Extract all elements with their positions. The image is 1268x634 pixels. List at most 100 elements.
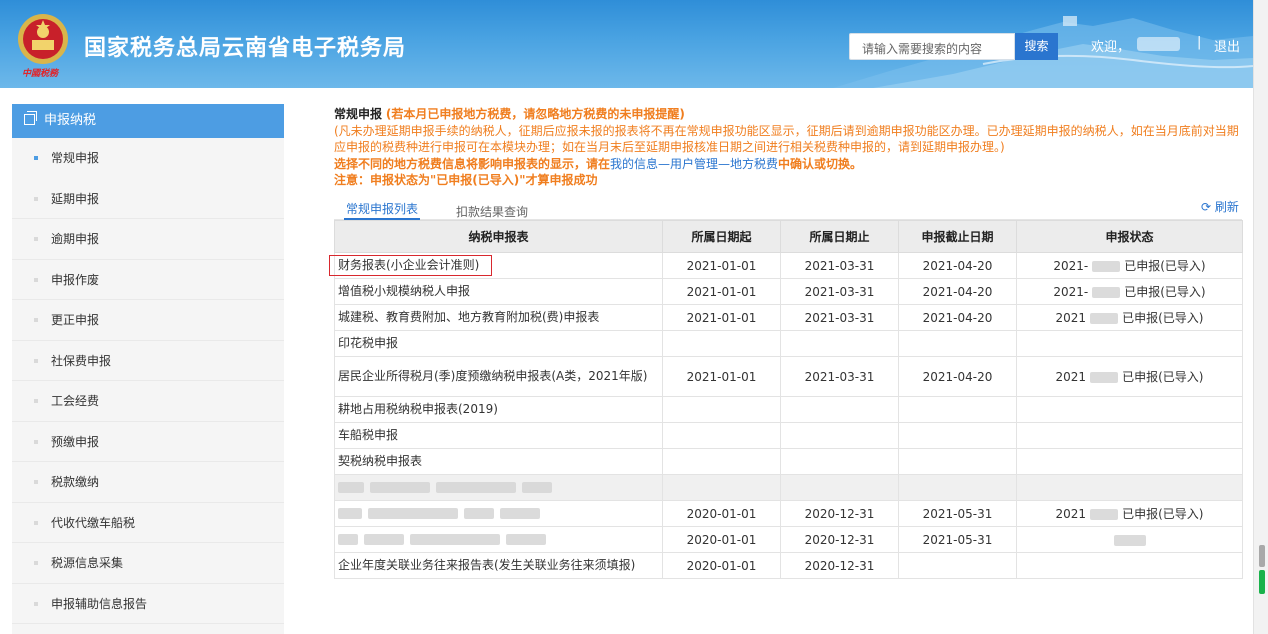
- redacted-text: [410, 534, 500, 545]
- redacted-text: [1090, 372, 1119, 383]
- sidebar-item[interactable]: 预缴申报: [12, 422, 284, 462]
- table-header-row: 纳税申报表 所属日期起 所属日期止 申报截止日期 申报状态: [334, 220, 1243, 253]
- scrollbar-indicator: [1259, 570, 1265, 594]
- sidebar-item[interactable]: 社保费申报: [12, 341, 284, 381]
- window-icon: [24, 111, 37, 125]
- bullet-icon: [34, 601, 38, 606]
- welcome-text: 欢迎，: [1091, 40, 1131, 55]
- status-text: 已申报(已导入): [1122, 507, 1204, 521]
- refresh-label: 刷新: [1214, 200, 1239, 214]
- site-title: 国家税务总局云南省电子税务局: [84, 36, 407, 61]
- redacted-text: [522, 482, 552, 493]
- declaration-form-name[interactable]: [334, 474, 663, 501]
- sidebar-item[interactable]: 申报作废: [12, 260, 284, 300]
- declaration-form-name[interactable]: 财务报表(小企业会计准则): [329, 252, 663, 279]
- declaration-form-name[interactable]: 增值税小规模纳税人申报: [334, 278, 663, 305]
- date-cell-end: 2020-12-31: [780, 552, 899, 579]
- sidebar-item[interactable]: 逾期申报: [12, 219, 284, 260]
- local-tax-settings-link[interactable]: 我的信息—用户管理—地方税费: [610, 157, 778, 171]
- declaration-form-name[interactable]: [334, 500, 663, 527]
- bullet-icon: [34, 399, 38, 403]
- redacted-text: [364, 534, 404, 545]
- date-cell-start: 2020-01-01: [662, 526, 781, 553]
- bullet-icon: [34, 480, 38, 484]
- table-row[interactable]: 企业年度关联业务往来报告表(发生关联业务往来须填报) 2020-01-01 2020…: [334, 552, 1243, 579]
- declaration-status: [1016, 396, 1243, 423]
- declaration-form-name[interactable]: 印花税申报: [334, 330, 663, 357]
- column-header: 纳税申报表: [334, 220, 663, 253]
- sidebar-item[interactable]: 申报辅助信息报告: [12, 584, 284, 624]
- tab-deduction-result-query[interactable]: 扣款结果查询: [456, 203, 528, 220]
- date-cell-start: 2021-01-01: [662, 356, 781, 397]
- table-row[interactable]: 居民企业所得税月(季)度预缴纳税申报表(A类，2021年版) 2021-01-01…: [334, 356, 1243, 397]
- table-row[interactable]: [334, 474, 1243, 501]
- table-row[interactable]: 车船税申报: [334, 422, 1243, 449]
- scrollbar-thumb[interactable]: [1259, 545, 1265, 567]
- table-row[interactable]: 财务报表(小企业会计准则) 2021-01-01 2021-03-31 2021-04…: [329, 252, 1243, 279]
- sidebar-item[interactable]: 延期申报: [12, 179, 284, 219]
- logout-link[interactable]: 退出: [1214, 36, 1240, 55]
- table-row[interactable]: 城建税、教育费附加、地方教育附加税(费)申报表 2021-01-01 2021-03…: [334, 304, 1243, 331]
- sidebar-item-label: 社保费申报: [51, 353, 112, 368]
- sidebar-section-header[interactable]: 申报纳税: [12, 104, 284, 138]
- search-button[interactable]: 搜索: [1015, 33, 1058, 60]
- search-input[interactable]: 请输入需要搜索的内容: [849, 33, 1015, 60]
- top-banner: 中國税務 国家税务总局云南省电子税务局 请输入需要搜索的内容 搜索 欢迎， | …: [0, 0, 1253, 88]
- date-cell-start: 2021-01-01: [662, 304, 781, 331]
- declaration-form-name[interactable]: 城建税、教育费附加、地方教育附加税(费)申报表: [334, 304, 663, 331]
- declaration-form-name[interactable]: [334, 526, 663, 553]
- sidebar-item[interactable]: 工会经费: [12, 381, 284, 422]
- bullet-icon: [34, 237, 38, 241]
- table-row[interactable]: 2020-01-01 2020-12-31 2021-05-31 2021 已申报(已导…: [334, 500, 1243, 527]
- sidebar-item-label: 常规申报: [51, 151, 100, 165]
- table-row[interactable]: 契税纳税申报表: [334, 448, 1243, 475]
- date-cell-start: [662, 330, 781, 357]
- status-date-prefix: 2021-: [1053, 285, 1089, 299]
- date-cell-end: [780, 448, 899, 475]
- page-scrollbar[interactable]: [1253, 0, 1268, 634]
- date-cell-end: 2020-12-31: [780, 500, 899, 527]
- sidebar-item[interactable]: 常规申报: [12, 138, 284, 179]
- date-cell-deadline: [898, 448, 1017, 475]
- date-cell-deadline: [898, 422, 1017, 449]
- username-redacted: [1137, 37, 1180, 51]
- table-row[interactable]: 耕地占用税纳税申报表(2019): [334, 396, 1243, 423]
- redacted-text: [1090, 313, 1119, 324]
- date-cell-deadline: [898, 330, 1017, 357]
- sidebar-item[interactable]: 更正申报: [12, 300, 284, 341]
- declaration-form-name[interactable]: 车船税申报: [334, 422, 663, 449]
- bullet-icon: [34, 196, 38, 201]
- declaration-form-name[interactable]: 企业年度关联业务往来报告表(发生关联业务往来须填报): [334, 552, 663, 579]
- bullet-icon: [34, 520, 38, 525]
- table-row[interactable]: 印花税申报: [334, 330, 1243, 357]
- bullet-icon: [34, 358, 38, 363]
- bullet-icon: [34, 439, 38, 444]
- tab-regular-declaration-list[interactable]: 常规申报列表: [344, 200, 421, 220]
- declaration-form-name[interactable]: 契税纳税申报表: [334, 448, 663, 475]
- date-cell-start: [662, 448, 781, 475]
- sidebar-item[interactable]: 税源信息采集: [12, 543, 284, 584]
- date-cell-end: 2021-03-31: [780, 278, 899, 305]
- sidebar-item-label: 申报辅助信息报告: [51, 596, 148, 611]
- bullet-icon: [34, 561, 38, 565]
- sidebar-item-label: 预缴申报: [51, 434, 100, 449]
- refresh-button[interactable]: ⟳ 刷新: [1201, 198, 1239, 215]
- redacted-text: [1113, 534, 1146, 546]
- highlighted-form-name[interactable]: 财务报表(小企业会计准则): [329, 255, 493, 276]
- redacted-text: [506, 534, 546, 545]
- declaration-status: 2021 已申报(已导入): [1016, 356, 1243, 397]
- declaration-form-name[interactable]: 耕地占用税纳税申报表(2019): [334, 396, 663, 423]
- declaration-status: [1016, 330, 1243, 357]
- sidebar-item-label: 更正申报: [51, 313, 100, 327]
- declaration-form-name[interactable]: 居民企业所得税月(季)度预缴纳税申报表(A类，2021年版): [334, 356, 663, 397]
- table-row[interactable]: 2020-01-01 2020-12-31 2021-05-31: [334, 526, 1243, 553]
- status-date-prefix: 2021: [1055, 370, 1087, 384]
- date-cell-start: 2020-01-01: [662, 552, 781, 579]
- date-cell-start: [662, 474, 781, 501]
- date-cell-start: [662, 396, 781, 423]
- table-row[interactable]: 增值税小规模纳税人申报 2021-01-01 2021-03-31 2021-04-2…: [334, 278, 1243, 305]
- date-cell-deadline: [898, 552, 1017, 579]
- sidebar-item[interactable]: 代收代缴车船税: [12, 503, 284, 543]
- date-cell-end: [780, 396, 899, 423]
- sidebar-item[interactable]: 税款缴纳: [12, 462, 284, 503]
